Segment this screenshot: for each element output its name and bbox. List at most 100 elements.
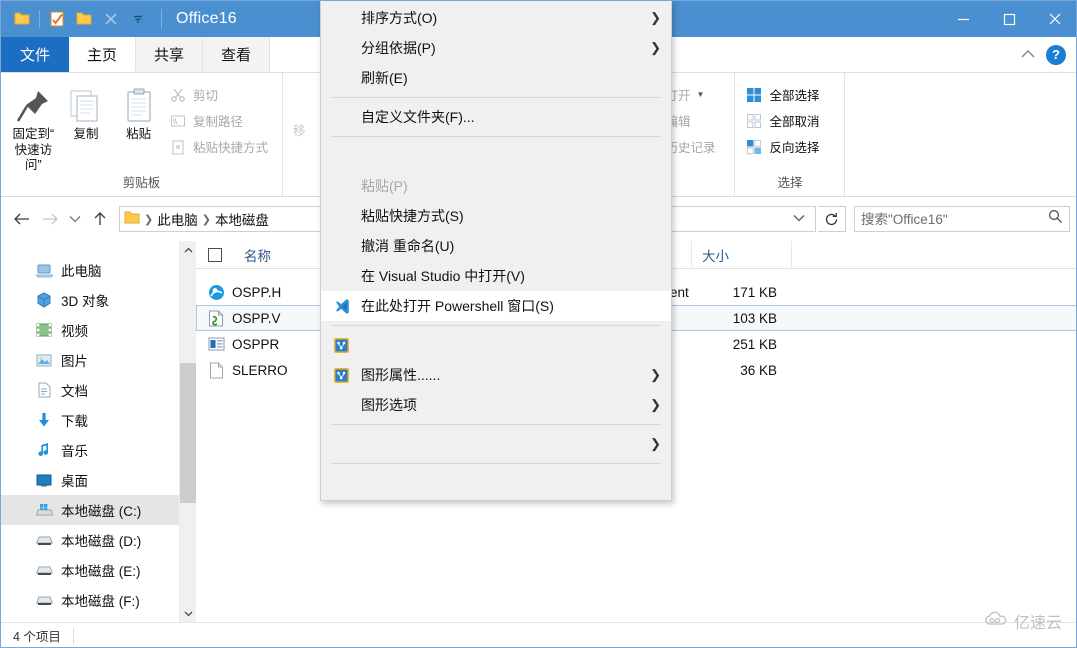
desktop-icon [35,471,53,489]
tab-home[interactable]: 主页 [69,37,136,72]
menuitem-sort-by[interactable]: 排序方式(O) ❯ [321,3,671,33]
navitem-label: 桌面 [61,470,88,490]
select-all-button[interactable]: 全部选择 [743,83,825,106]
scroll-up-arrow-icon[interactable] [180,241,197,258]
refresh-button[interactable] [818,206,846,232]
navitem-downloads[interactable]: 下载 [1,405,179,435]
breadcrumb-separator-1[interactable]: ❯ [202,213,211,226]
menuitem-open-in-visual-studio[interactable]: 撤消 重命名(U) [321,231,671,261]
copy-path-button[interactable]: \\ 复制路径 [167,109,274,132]
scrollbar-thumb[interactable] [180,363,197,503]
breadcrumb-item-1[interactable]: 本地磁盘 [215,209,269,229]
search-icon[interactable] [1048,209,1063,229]
status-separator [73,628,74,644]
menuitem-refresh[interactable]: 刷新(E) [321,63,671,93]
drive-icon [35,591,53,609]
navitem-local-disk-f[interactable]: 本地磁盘 (F:) [1,585,179,615]
navitem-desktop[interactable]: 桌面 [1,465,179,495]
drive-icon [35,561,53,579]
tab-file[interactable]: 文件 [1,37,69,72]
cell-size: 103 KB [693,311,793,326]
3d-objects-icon [35,291,53,309]
menu-separator [331,424,661,425]
watermark: 亿速云 [983,609,1062,633]
tab-share[interactable]: 共享 [136,37,203,72]
menuitem-paste [321,141,671,171]
music-icon [35,441,53,459]
menuitem-grant-access[interactable]: 图形选项 ❯ [321,390,671,420]
cell-size: 36 KB [693,363,793,378]
select-all-checkbox-header[interactable] [196,241,234,269]
menuitem-graphics-options[interactable]: 图形属性...... ❯ [321,360,671,390]
menuitem-label: 粘贴(P) [361,176,661,196]
address-dropdown-icon[interactable] [787,213,811,225]
open-dropdown-icon[interactable]: ▼ [696,90,704,99]
qat-delete-icon[interactable] [98,6,124,32]
maximize-button[interactable] [986,1,1032,37]
menuitem-label: 排序方式(O) [361,8,640,28]
videos-icon [35,321,53,339]
navitem-local-disk-e[interactable]: 本地磁盘 (E:) [1,555,179,585]
paste-shortcut-button[interactable]: 粘贴快捷方式 [167,135,274,158]
navitem-music[interactable]: 音乐 [1,435,179,465]
menuitem-customize-folder[interactable]: 自定义文件夹(F)... [321,102,671,132]
breadcrumb-item-0[interactable]: 此电脑 [157,209,198,229]
copy-button[interactable]: 复制 [62,77,111,143]
help-icon[interactable]: ? [1046,45,1066,65]
qat-folder-icon[interactable] [9,6,35,32]
minimize-button[interactable] [940,1,986,37]
breadcrumb-separator-0[interactable]: ❯ [144,213,153,226]
menuitem-properties[interactable] [321,468,671,498]
invert-selection-button[interactable]: 反向选择 [743,135,825,158]
invert-selection-label: 反向选择 [769,137,819,156]
back-button[interactable] [9,206,35,232]
qat-new-folder-icon[interactable] [71,6,97,32]
organize-partial-label: 移 [291,120,306,167]
qat-properties-icon[interactable] [44,6,70,32]
search-input[interactable] [861,212,1042,227]
graphics-properties-icon [321,337,361,354]
navitem-label: 下载 [61,410,88,430]
chevron-right-icon: ❯ [640,40,661,56]
search-box[interactable] [854,206,1070,232]
cut-button[interactable]: 剪切 [167,83,274,106]
select-all-checkbox[interactable] [208,248,222,262]
menuitem-group-by[interactable]: 分组依据(P) ❯ [321,33,671,63]
recent-locations-button[interactable] [65,206,85,232]
navitem-pictures[interactable]: 图片 [1,345,179,375]
navitem-videos[interactable]: 视频 [1,315,179,345]
qat-customize-dropdown-icon[interactable] [125,6,151,32]
paste-shortcut-label: 粘贴快捷方式 [193,137,268,156]
close-button[interactable] [1032,1,1077,37]
navitem-this-pc[interactable]: 此电脑 [1,255,179,285]
navpane-scrollbar[interactable] [179,241,196,622]
copy-path-label: 复制路径 [193,111,243,130]
menuitem-open-with-code[interactable]: 在此处打开 Powershell 窗口(S) [321,291,671,321]
pin-to-quick-access-button[interactable]: 固定到“ 快速访问” [9,77,58,174]
ribbon-group-organize: 移 [283,73,323,196]
chevron-right-icon: ❯ [640,367,661,383]
column-header-size[interactable]: 大小 [692,241,792,269]
select-commands: 全部选择 全部取消 [743,77,825,158]
navitem-3d-objects[interactable]: 3D 对象 [1,285,179,315]
navitem-local-disk-c[interactable]: 本地磁盘 (C:) [1,495,179,525]
forward-button[interactable] [37,206,63,232]
application-icon [207,335,225,353]
menuitem-new[interactable]: ❯ [321,429,671,459]
paste-button[interactable]: 粘贴 [114,77,163,143]
up-button[interactable] [87,206,113,232]
menuitem-graphics-properties[interactable] [321,330,671,360]
file-name: OSPP.V [232,311,281,326]
cell-size: 171 KB [693,285,793,300]
menu-separator [331,325,661,326]
menuitem-undo-rename[interactable]: 粘贴快捷方式(S) [321,201,671,231]
tab-view[interactable]: 查看 [203,37,270,72]
scroll-down-arrow-icon[interactable] [180,605,197,622]
menuitem-paste-shortcut: 粘贴(P) [321,171,671,201]
navitem-local-disk-d[interactable]: 本地磁盘 (D:) [1,525,179,555]
select-none-button[interactable]: 全部取消 [743,109,825,132]
window-controls [940,1,1077,37]
collapse-ribbon-icon[interactable] [1020,46,1036,63]
menuitem-open-powershell-here[interactable]: 在 Visual Studio 中打开(V) [321,261,671,291]
navitem-documents[interactable]: 文档 [1,375,179,405]
